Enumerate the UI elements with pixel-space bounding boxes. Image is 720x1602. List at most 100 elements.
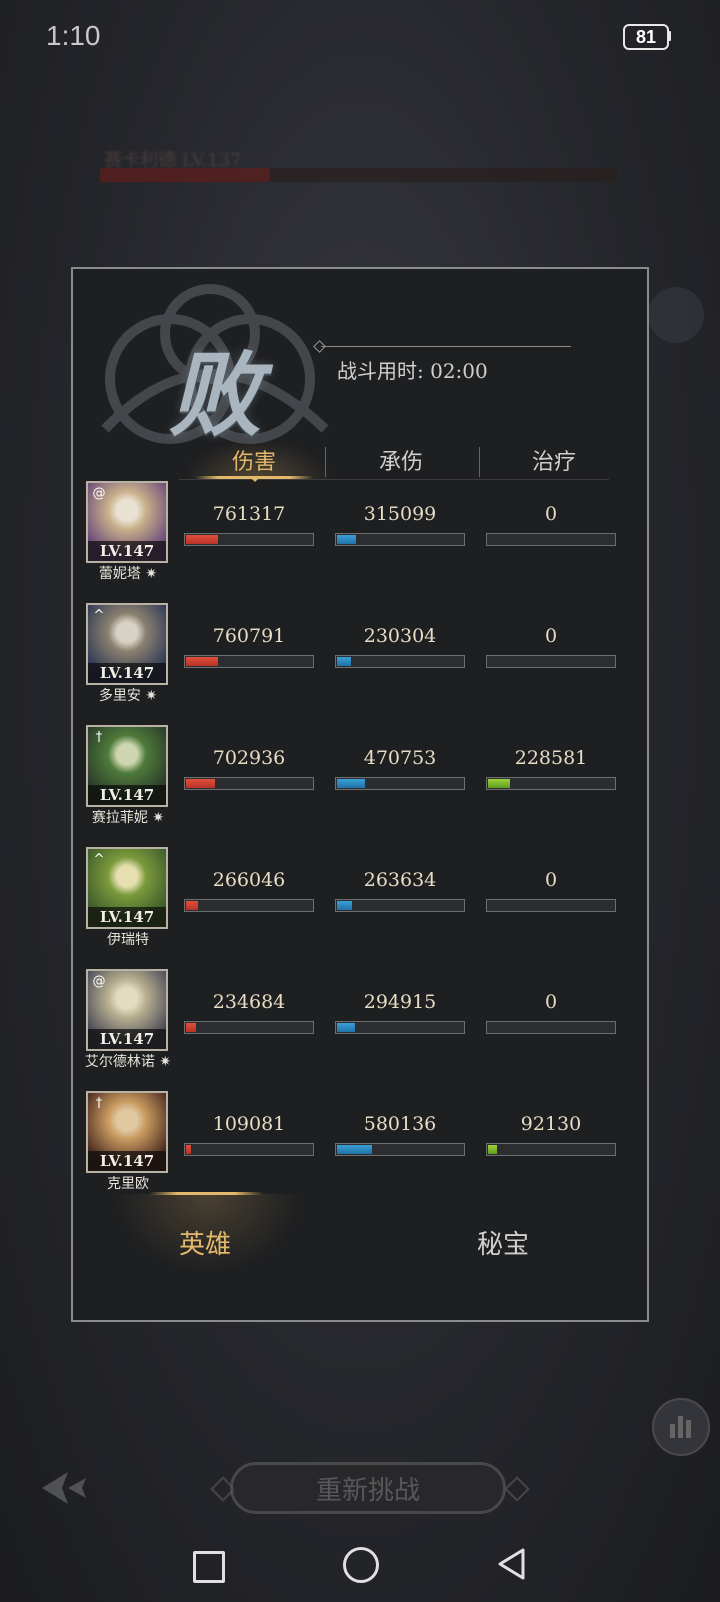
retry-button[interactable]: 重新挑战 <box>230 1462 506 1514</box>
hero-portrait[interactable]: † LV.147 <box>86 725 168 807</box>
side-menu-icon[interactable] <box>648 287 704 343</box>
hero-level: LV.147 <box>88 541 166 561</box>
damage-bar <box>184 1143 314 1156</box>
damage-taken-bar-fill <box>337 901 352 910</box>
damage-bar <box>184 899 314 912</box>
hero-row: ^ LV.147 多里安 ✷ 760791 230304 0 <box>73 603 647 725</box>
damage-taken-value: 470753 <box>363 747 437 769</box>
bar-chart-icon <box>670 1416 691 1438</box>
damage-taken-bar-fill <box>337 779 365 788</box>
hero-portrait[interactable]: ^ LV.147 <box>86 847 168 929</box>
healing-bar <box>486 1143 616 1156</box>
healing-bar <box>486 777 616 790</box>
damage-taken-bar-fill <box>337 1145 372 1154</box>
tab-heroes[interactable]: 英雄 <box>105 1224 305 1261</box>
damage-value: 702936 <box>212 747 286 769</box>
hero-level: LV.147 <box>88 663 166 683</box>
healing-bar <box>486 1021 616 1034</box>
battery-tip <box>668 31 671 41</box>
healing-value: 228581 <box>514 747 588 769</box>
defeat-title: 败 <box>169 341 264 449</box>
healing-value: 0 <box>544 503 558 525</box>
damage-taken-bar <box>335 1021 465 1034</box>
damage-bar <box>184 533 314 546</box>
damage-bar <box>184 655 314 668</box>
hero-name: 伊瑞特 <box>107 932 149 948</box>
hero-name: 蕾妮塔 ✷ <box>98 566 158 582</box>
damage-value: 760791 <box>212 625 286 647</box>
tab-baseline <box>179 479 609 480</box>
battle-result-panel: 败 战斗用时: 02:00 伤害 承伤 治疗 @ LV.147 蕾妮塔 ✷ 76… <box>71 267 649 1322</box>
damage-taken-value: 315099 <box>363 503 437 525</box>
stats-button[interactable] <box>652 1398 710 1456</box>
hero-portrait[interactable]: ^ LV.147 <box>86 603 168 685</box>
damage-taken-value: 230304 <box>363 625 437 647</box>
damage-bar-fill <box>186 535 218 544</box>
title-divider <box>321 346 571 347</box>
damage-value: 234684 <box>212 991 286 1013</box>
spiral-icon: @ <box>92 486 106 501</box>
damage-bar <box>184 777 314 790</box>
damage-taken-value: 263634 <box>363 869 437 891</box>
damage-value: 109081 <box>212 1113 286 1135</box>
recent-apps-button[interactable] <box>193 1551 225 1583</box>
healing-bar <box>486 899 616 912</box>
hero-row: ^ LV.147 伊瑞特 266046 263634 0 <box>73 847 647 969</box>
retry-ornament-right <box>504 1476 530 1502</box>
damage-taken-bar-fill <box>337 657 351 666</box>
hero-name: 赛拉菲妮 ✷ <box>91 810 165 826</box>
hero-name: 艾尔德林诺 ✷ <box>84 1054 172 1070</box>
hero-name: 克里欧 <box>107 1176 149 1192</box>
tab-treasures[interactable]: 秘宝 <box>403 1224 603 1261</box>
healing-bar <box>486 655 616 668</box>
damage-taken-bar <box>335 899 465 912</box>
damage-value: 761317 <box>212 503 286 525</box>
damage-bar-fill <box>186 1145 191 1154</box>
cross-icon: † <box>95 1096 103 1111</box>
damage-taken-bar <box>335 777 465 790</box>
spiral-icon: @ <box>92 974 106 989</box>
back-arrow-icon[interactable] <box>38 1466 90 1510</box>
damage-taken-bar <box>335 533 465 546</box>
hero-level: LV.147 <box>88 1151 166 1171</box>
nav-back-icon[interactable] <box>496 1547 530 1581</box>
damage-taken-bar-fill <box>337 535 356 544</box>
hero-portrait[interactable]: @ LV.147 <box>86 481 168 563</box>
damage-taken-value: 580136 <box>363 1113 437 1135</box>
hero-row: @ LV.147 艾尔德林诺 ✷ 234684 294915 0 <box>73 969 647 1091</box>
hero-row: † LV.147 赛拉菲妮 ✷ 702936 470753 228581 <box>73 725 647 847</box>
hero-row: @ LV.147 蕾妮塔 ✷ 761317 315099 0 <box>73 481 647 603</box>
healing-bar-fill <box>488 1145 497 1154</box>
damage-taken-value: 294915 <box>363 991 437 1013</box>
tab-healing[interactable]: 治疗 <box>479 444 629 476</box>
boss-health-fill <box>100 168 270 182</box>
damage-taken-bar <box>335 1143 465 1156</box>
damage-bar-fill <box>186 901 198 910</box>
bottom-tab-underline <box>149 1192 263 1195</box>
damage-bar-fill <box>186 1023 196 1032</box>
battle-time: 战斗用时: 02:00 <box>337 359 488 383</box>
healing-value: 0 <box>544 991 558 1013</box>
wing-icon: ^ <box>93 608 105 623</box>
damage-bar-fill <box>186 657 218 666</box>
damage-bar-fill <box>186 779 215 788</box>
damage-taken-bar <box>335 655 465 668</box>
healing-bar-fill <box>488 779 510 788</box>
damage-bar <box>184 1021 314 1034</box>
cross-icon: † <box>95 730 103 745</box>
damage-taken-bar-fill <box>337 1023 355 1032</box>
tab-damage-taken[interactable]: 承伤 <box>326 444 476 476</box>
healing-value: 0 <box>544 869 558 891</box>
hero-portrait[interactable]: † LV.147 <box>86 1091 168 1173</box>
battery-indicator: 81 <box>623 24 669 50</box>
hero-level: LV.147 <box>88 1029 166 1049</box>
hero-name: 多里安 ✷ <box>98 688 158 704</box>
wing-icon: ^ <box>93 852 105 867</box>
tab-damage[interactable]: 伤害 <box>179 444 329 476</box>
status-time: 1:10 <box>46 20 101 51</box>
home-button[interactable] <box>343 1547 379 1583</box>
damage-value: 266046 <box>212 869 286 891</box>
hero-portrait[interactable]: @ LV.147 <box>86 969 168 1051</box>
hero-level: LV.147 <box>88 785 166 805</box>
hero-level: LV.147 <box>88 907 166 927</box>
